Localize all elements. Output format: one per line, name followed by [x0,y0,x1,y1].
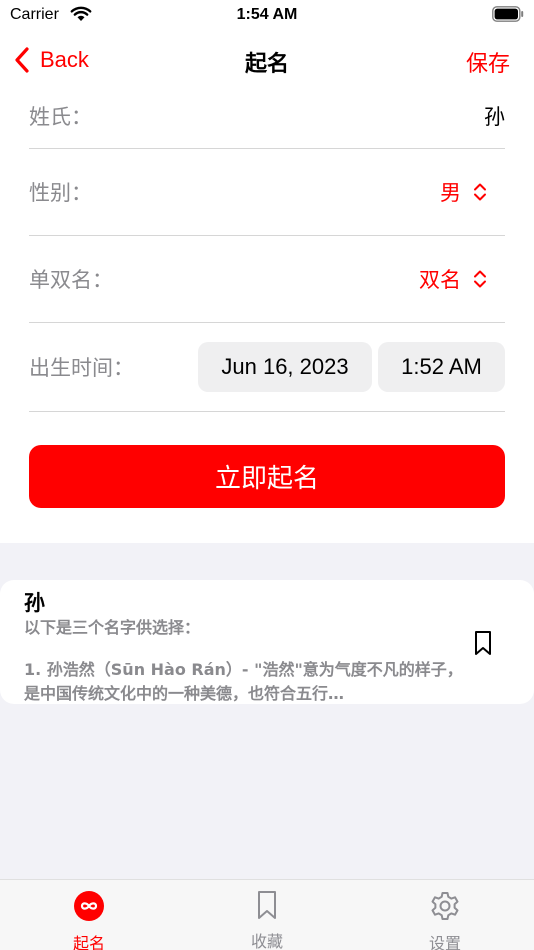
generate-name-button[interactable]: 立即起名 [29,445,505,508]
tab-favorites[interactable]: 收藏 [178,880,356,950]
tab-label: 设置 [428,934,461,950]
birth-date-picker[interactable]: Jun 16, 2023 [198,342,372,392]
result-body: 1. 孙浩然（Sūn Hào Rán）- "浩然"意为气度不凡的样子，是中国传统… [24,660,463,703]
save-button[interactable]: 保存 [466,46,510,78]
name-length-value: 双名 [419,268,461,292]
birth-time-row: 出生时间： Jun 16, 2023 1:52 AM [29,323,505,412]
top-panel: Carrier 1:54 AM Back 起名 保存 姓氏： 孙 性别： 男 单… [0,0,534,543]
birth-picker-group: Jun 16, 2023 1:52 AM [198,342,505,392]
gender-label: 性别： [29,181,92,205]
tab-bar: 起名 收藏 设置 [0,879,534,950]
chevron-up-down-icon [474,270,486,288]
name-length-label: 单双名： [29,268,113,292]
surname-label: 姓氏： [29,105,92,129]
bookmark-icon[interactable] [474,630,492,656]
gender-value: 男 [440,181,461,205]
tab-settings[interactable]: 设置 [356,880,534,950]
status-bar: Carrier 1:54 AM [0,0,534,30]
tab-label: 收藏 [250,932,283,950]
name-length-row: 单双名： 双名 [29,236,505,323]
bookmark-icon [251,890,283,920]
surname-row: 姓氏： 孙 [29,84,505,149]
birth-time-label: 出生时间： [29,356,134,380]
page-title: 起名 [244,52,289,77]
infinity-icon [73,890,105,922]
birth-time-picker[interactable]: 1:52 AM [378,342,505,392]
gear-icon [429,890,461,922]
result-title: 孙 [24,591,45,615]
surname-input[interactable]: 孙 [484,101,505,131]
result-card[interactable]: 孙 以下是三个名字供选择： 1. 孙浩然（Sūn Hào Rán）- "浩然"意… [0,580,534,704]
name-length-picker[interactable]: 双名 [419,264,505,294]
status-time: 1:54 AM [236,6,298,23]
tab-label: 起名 [72,934,105,950]
gender-picker[interactable]: 男 [440,177,505,207]
tab-naming[interactable]: 起名 [0,880,178,950]
result-subtitle: 以下是三个名字供选择： [24,618,201,637]
battery-icon [492,6,524,22]
gender-row: 性别： 男 [29,149,505,236]
chevron-up-down-icon [474,183,486,201]
navigation-bar: Back 起名 保存 [0,36,534,84]
